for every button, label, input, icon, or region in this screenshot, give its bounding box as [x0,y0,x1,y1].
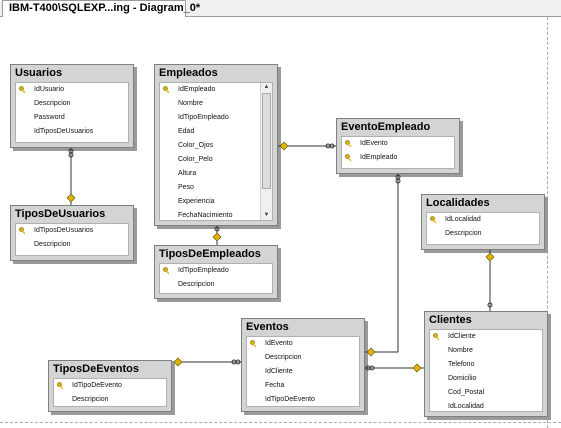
columns-list: IdTiposDeUsuarios Descripcion [15,223,129,256]
columns-list: IdEvento Descripcion IdCliente Fecha IdT… [246,336,360,407]
column-row[interactable]: Telefono [430,358,542,372]
table-title: Eventos [246,321,289,333]
relationship-key-icon [366,347,376,357]
primary-key-icon [163,267,171,275]
relationship-many-icon [395,174,401,184]
scroll-up-icon[interactable]: ▲ [261,83,272,92]
relationship-many-icon [68,148,74,158]
column-row[interactable]: IdTipoEmpleado [160,111,272,125]
column-row[interactable]: Descripcion [16,238,128,252]
column-row[interactable]: IdTiposDeUsuarios [16,125,128,139]
column-row[interactable]: IdEmpleado [160,83,272,97]
primary-key-icon [57,382,65,390]
column-row[interactable]: Password [16,111,128,125]
column-row[interactable]: IdEvento [342,137,454,151]
primary-key-icon [163,86,171,94]
column-row[interactable]: IdLocalidad [430,400,542,411]
primary-key-icon [345,154,353,162]
columns-list: IdUsuario Descripcion Password IdTiposDe… [15,82,129,143]
column-row[interactable]: Descripcion [247,351,359,365]
relationship-many-icon [365,365,375,371]
column-row[interactable]: IdCliente [247,365,359,379]
vertical-scrollbar[interactable]: ▲ ▼ [260,83,272,220]
columns-list: IdEmpleado Nombre IdTipoEmpleado Edad Co… [159,82,273,221]
column-row[interactable]: Edad [160,125,272,139]
primary-key-icon [19,227,27,235]
column-row[interactable]: Descripcion [16,97,128,111]
columns-list: IdLocalidad Descripcion [426,212,540,245]
relationship-many-icon [487,302,493,308]
column-row[interactable]: IdTiposDeUsuarios [16,224,128,238]
relationship-many-icon [231,359,241,365]
column-row[interactable]: IdEmpleado [342,151,454,165]
table-eventoempleado[interactable]: EventoEmpleado IdEvento IdEmpleado [336,118,460,174]
table-title: Clientes [429,314,472,326]
table-title: EventoEmpleado [341,121,431,133]
relationship-line [365,174,399,353]
column-row[interactable]: IdTipoEmpleado [160,264,272,278]
primary-key-icon [250,340,258,348]
scroll-down-icon[interactable]: ▼ [261,211,272,220]
column-row[interactable]: Descripcion [160,278,272,292]
table-title: TiposDeUsuarios [15,208,106,220]
primary-key-icon [433,333,441,341]
table-tiposdeempleados[interactable]: TiposDeEmpleados IdTipoEmpleado Descripc… [154,245,278,299]
column-row[interactable]: Color_Ojos [160,139,272,153]
scroll-thumb[interactable] [262,93,271,189]
primary-key-icon [430,216,438,224]
column-row[interactable]: Nombre [430,344,542,358]
table-usuarios[interactable]: Usuarios IdUsuario Descripcion Password … [10,64,134,148]
columns-list: IdTipoDeEvento Descripcion [53,378,167,407]
column-row[interactable]: IdLocalidad [427,213,539,227]
column-row[interactable]: IdTipoDeEvento [247,393,359,406]
relationship-many-icon [325,143,335,149]
column-row[interactable]: Color_Pelo [160,153,272,167]
column-row[interactable]: Cod_Postal [430,386,542,400]
relationship-key-icon [173,357,183,367]
columns-list: IdEvento IdEmpleado [341,136,455,169]
document-tabstrip: IBM-T400\SQLEXP...ing - Diagram_0* [0,0,561,17]
table-empleados[interactable]: Empleados IdEmpleado Nombre IdTipoEmplea… [154,64,278,226]
column-row[interactable]: Domicilio [430,372,542,386]
table-title: Usuarios [15,67,63,79]
relationship-key-icon [279,141,289,151]
column-row[interactable]: FechaNacimiento [160,209,272,220]
column-row[interactable]: IdEvento [247,337,359,351]
column-row[interactable]: Peso [160,181,272,195]
columns-list: IdCliente Nombre Telefono Domicilio Cod_… [429,329,543,412]
column-row[interactable]: IdTipoDeEvento [54,379,166,393]
table-title: Empleados [159,67,218,79]
column-row[interactable]: Fecha [247,379,359,393]
page-break-horizontal [0,422,561,423]
relationship-key-icon [485,252,495,262]
relationship-key-icon [412,363,422,373]
columns-list: IdTipoEmpleado Descripcion [159,263,273,294]
column-row[interactable]: Nombre [160,97,272,111]
column-row[interactable]: Descripcion [54,393,166,406]
table-title: TiposDeEventos [53,363,139,375]
relationship-key-icon [212,232,222,242]
table-tiposdeeventos[interactable]: TiposDeEventos IdTipoDeEvento Descripcio… [48,360,172,412]
table-tiposdeusuarios[interactable]: TiposDeUsuarios IdTiposDeUsuarios Descri… [10,205,134,261]
primary-key-icon [19,86,27,94]
primary-key-icon [345,140,353,148]
table-title: TiposDeEmpleados [159,248,261,260]
column-row[interactable]: IdUsuario [16,83,128,97]
relationship-key-icon [66,193,76,203]
tab-diagram[interactable]: IBM-T400\SQLEXP...ing - Diagram_0* [2,0,200,17]
column-row[interactable]: IdCliente [430,330,542,344]
column-row[interactable]: Descripcion [427,227,539,241]
column-row[interactable]: Altura [160,167,272,181]
table-title: Localidades [426,197,490,209]
table-clientes[interactable]: Clientes IdCliente Nombre Telefono Domic… [424,311,548,417]
column-row[interactable]: Experiencia [160,195,272,209]
table-localidades[interactable]: Localidades IdLocalidad Descripcion [421,194,545,250]
table-eventos[interactable]: Eventos IdEvento Descripcion IdCliente F… [241,318,365,412]
relationship-many-icon [214,226,220,232]
